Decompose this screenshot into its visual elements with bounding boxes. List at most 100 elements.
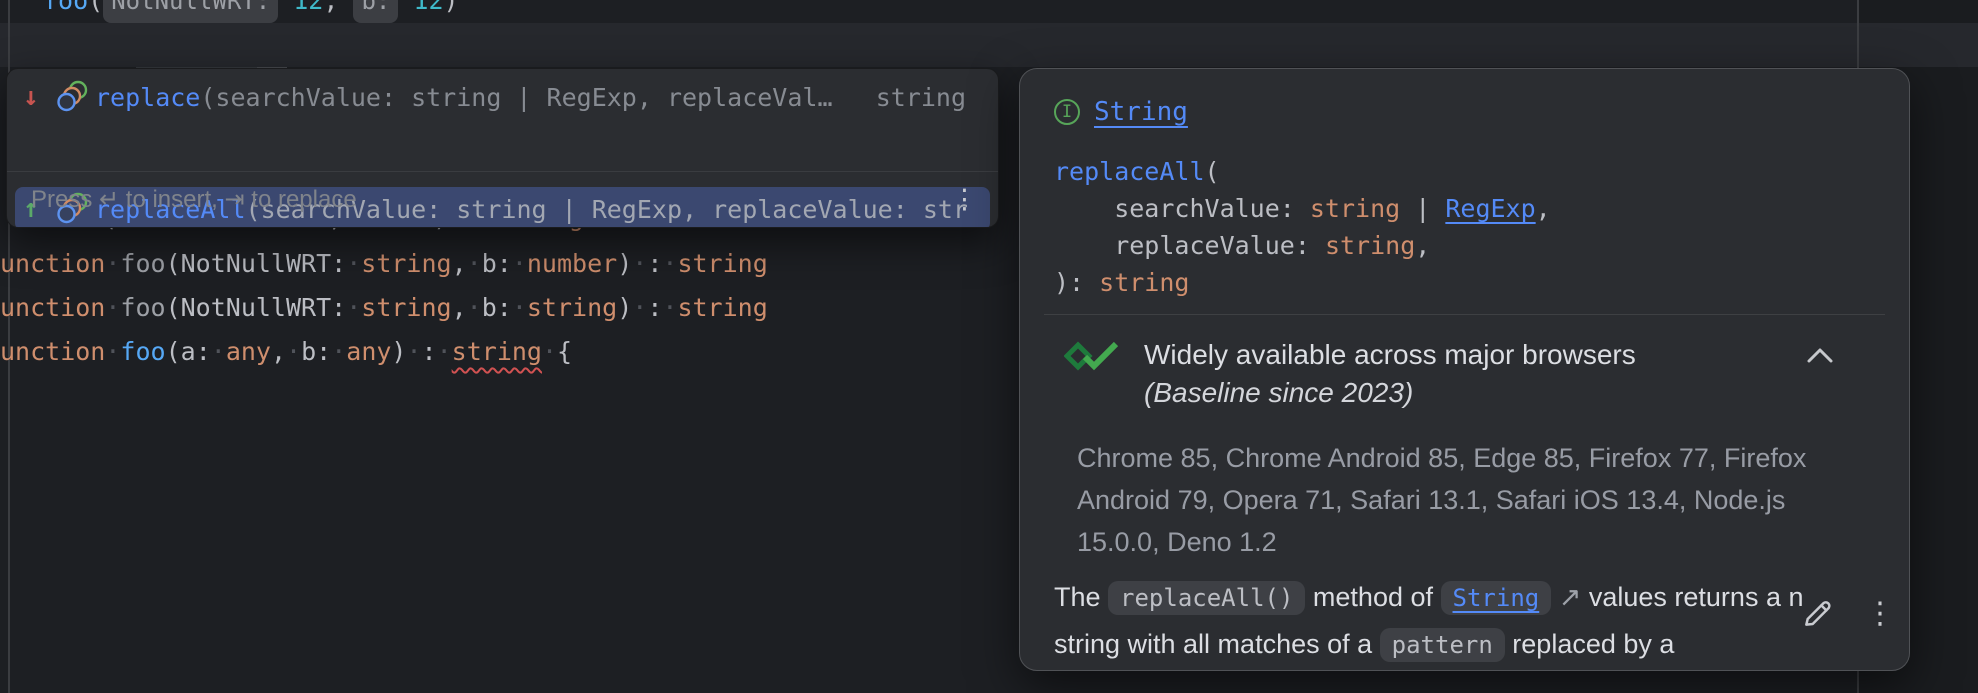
code-token: : [647,249,662,278]
external-link-icon: ↗ [1559,582,1582,612]
code-token: unction [0,337,105,366]
doc-description-line: string with all matches of a pattern rep… [1054,621,1814,668]
completion-return-type: string [876,83,966,112]
code-token: · [542,337,557,366]
code-token: , [452,293,467,322]
code-token: unction [0,249,105,278]
code-token: { [557,337,572,366]
code-token: any [226,337,271,366]
code-token: method of [1305,582,1440,612]
code-token: ) [617,249,632,278]
code-token: b: [482,293,512,322]
code-token: ) [444,0,459,15]
code-token: string [1325,231,1415,260]
completion-more-menu-icon[interactable]: ⋮ [951,186,978,213]
code-token: · [346,293,361,322]
code-token: replaceAll [1054,157,1205,186]
code-token: | [1400,194,1445,223]
completion-hint-text: Press ↵ to insert, ⇥ to replace [31,185,357,214]
code-token: b: [482,249,512,278]
doc-signature-line: ): string [1054,264,1189,301]
string-mdn-link[interactable]: String [1441,581,1552,615]
code-line-overload-2: unction·foo(NotNullWRT:·string,·b:·strin… [0,286,768,330]
code-token: string [527,293,617,322]
doc-signature-line: searchValue: string | RegExp, [1054,190,1551,227]
error-underlined-type: string [452,337,542,366]
code-token: ( [1205,157,1220,186]
code-token: · [105,293,120,322]
code-token: replaced by a [1505,629,1675,659]
code-token: · [662,293,677,322]
code-token: · [286,337,301,366]
code-token: string [677,249,767,278]
code-token: string [677,293,767,322]
code-token: · [437,337,452,366]
browser-support-line: 15.0.0, Deno 1.2 [1077,521,1806,563]
caret-line-highlight [0,23,1978,67]
doc-signature-line: replaceValue: string, [1054,227,1430,264]
regexp-link[interactable]: RegExp [1445,194,1535,223]
code-token: unction [0,293,105,322]
code-token [398,0,413,15]
code-token: ) [617,293,632,322]
code-token: a: [181,337,211,366]
code-token: string [361,293,451,322]
ide-editor-screen: foo(NotNullWRT: 12, b: 12) ···"".replace… [0,0,1978,693]
code-token: The [1054,582,1108,612]
code-token: any [346,337,391,366]
code-token: , [452,249,467,278]
code-token: b: [301,337,331,366]
collapse-chevron-up-icon[interactable] [1803,345,1837,372]
baseline-widely-available-icon [1064,337,1120,384]
code-token: : [647,293,662,322]
completion-popup: ↓ replace(searchValue: string | RegExp, … [6,68,999,228]
completion-item-replace[interactable]: ↓ replace(searchValue: string | RegExp, … [7,75,998,119]
code-token: searchValue: [1054,194,1310,223]
code-token: · [346,249,361,278]
doc-description-line: The replaceAll() method of String ↗ valu… [1054,574,1814,621]
browser-support-line: Chrome 85, Chrome Android 85, Edge 85, F… [1077,437,1806,479]
code-token: 12 [293,0,323,15]
string-type-link[interactable]: String [1094,97,1188,127]
code-token: replaceValue: [1054,231,1325,260]
code-token: pattern [1380,628,1505,662]
doc-more-menu-icon[interactable]: ⋮ [1865,599,1895,629]
documentation-popup: I String replaceAll( searchValue: string… [1019,68,1910,671]
code-token: · [105,249,120,278]
relevance-down-icon: ↓ [23,82,55,112]
inlay-hint-param: NotNullWRT: [103,0,278,23]
code-token: · [662,249,677,278]
code-line-replace-call: ···"".replace() [1,23,287,67]
code-token: foo [120,337,165,366]
interface-icon: I [1054,99,1080,125]
code-token: · [632,249,647,278]
code-line-implementation: unction·foo(a:·any,·b:·any)·:·string·{ [0,330,572,374]
code-token: number [527,249,617,278]
completion-signature: (searchValue: string | RegExp, replaceVa… [200,83,847,112]
code-token: · [512,293,527,322]
code-token: values returns a n [1581,582,1803,612]
code-token: ) [391,337,406,366]
code-line-overload-1: unction·foo(NotNullWRT:·string,·b:·numbe… [0,242,768,286]
code-token: string with all matches of a [1054,629,1380,659]
doc-signature-line: replaceAll( [1054,153,1220,190]
code-token: , [1415,231,1430,260]
baseline-title: Widely available across major browsers [1144,339,1636,371]
code-token: ( [88,0,103,15]
code-token: foo [120,293,165,322]
completion-footer: Press ↵ to insert, ⇥ to replace ⋮ [7,171,998,227]
code-token: foo [43,0,88,15]
doc-divider [1044,314,1885,315]
doc-description: The replaceAll() method of String ↗ valu… [1054,574,1814,668]
code-token: string [1099,268,1189,297]
code-token: · [105,337,120,366]
code-token: string [361,249,451,278]
code-token: ( [166,337,181,366]
edit-pencil-icon[interactable] [1798,593,1838,638]
code-token [278,0,293,15]
code-token: foo [120,249,165,278]
doc-header: I String [1054,97,1188,127]
code-line-call: foo(NotNullWRT: 12, b: 12) [43,0,459,23]
code-token: replaceAll() [1108,581,1305,615]
code-token: , [1536,194,1551,223]
